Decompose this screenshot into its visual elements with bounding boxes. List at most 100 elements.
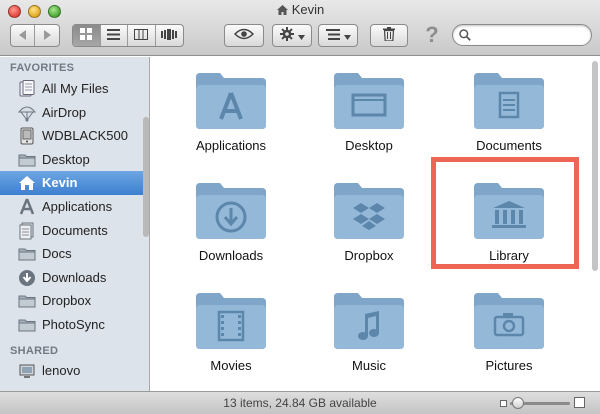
airdrop-icon <box>17 104 37 122</box>
folder-item-documents[interactable]: Documents <box>439 61 579 171</box>
sidebar-item-label: lenovo <box>42 362 81 378</box>
sidebar-item-label: PhotoSync <box>42 316 105 332</box>
applications-folder-icon <box>194 69 268 134</box>
gear-icon <box>279 27 294 44</box>
applications-icon <box>18 198 36 216</box>
view-mode-control <box>72 24 184 47</box>
item-label: Movies <box>210 358 252 373</box>
downloads-folder-icon <box>194 179 268 244</box>
folder-item-movies[interactable]: Movies <box>161 281 301 391</box>
sidebar-item-wdblack500[interactable]: WDBLACK500 <box>0 124 149 148</box>
back-arrow-icon <box>18 28 27 43</box>
column-view-button[interactable] <box>128 25 156 46</box>
list-view-button[interactable] <box>101 25 128 46</box>
sidebar-item-docs[interactable]: Docs <box>0 242 149 266</box>
sidebar-item-lenovo[interactable]: lenovo <box>0 359 149 383</box>
sidebar-item-label: Documents <box>42 222 108 238</box>
sidebar-item-documents[interactable]: Documents <box>0 219 149 243</box>
folder-item-dropbox[interactable]: Dropbox <box>299 171 439 281</box>
folder-item-desktop[interactable]: Desktop <box>299 61 439 171</box>
item-label: Applications <box>195 138 267 153</box>
forward-button[interactable] <box>35 25 59 46</box>
help-icon[interactable]: ? <box>422 22 442 48</box>
folder-icon <box>18 245 36 263</box>
folder-item-applications[interactable]: Applications <box>161 61 301 171</box>
list-icon <box>107 28 121 43</box>
sidebar-item-label: Kevin <box>42 175 78 191</box>
sidebar-item-label: Docs <box>42 246 72 262</box>
arrange-menu-button[interactable] <box>318 24 358 47</box>
toolbar: Kevin ? <box>0 0 600 56</box>
pictures-folder-icon <box>472 289 546 354</box>
finder-window: Kevin ? FAVORITES All My Files AirDrop W… <box>0 0 600 414</box>
search-field[interactable] <box>452 24 592 46</box>
search-icon <box>459 29 471 44</box>
folder-item-downloads[interactable]: Downloads <box>161 171 301 281</box>
sidebar-item-all-my-files[interactable]: All My Files <box>0 77 149 101</box>
sidebar-item-dropbox[interactable]: Dropbox <box>0 289 149 313</box>
icon-size-slider-thumb[interactable] <box>512 397 524 409</box>
item-label: Documents <box>476 138 542 153</box>
cover-flow-icon <box>161 28 178 43</box>
columns-icon <box>134 28 149 43</box>
sidebar-item-airdrop[interactable]: AirDrop <box>0 101 149 125</box>
sidebar-item-label: AirDrop <box>42 104 87 120</box>
sidebar-item-label: Applications <box>42 198 113 214</box>
music-folder-icon <box>332 289 406 354</box>
documents-icon <box>18 222 36 240</box>
sidebar-item-desktop[interactable]: Desktop <box>0 148 149 172</box>
home-icon <box>18 174 36 192</box>
item-label: Desktop <box>345 138 393 153</box>
cover-flow-button[interactable] <box>156 25 183 46</box>
sidebar-item-applications[interactable]: Applications <box>0 195 149 219</box>
delete-button[interactable] <box>370 24 408 47</box>
file-grid: Applications Desktop Documents Downloads <box>151 57 600 391</box>
item-label: Dropbox <box>344 248 394 263</box>
sidebar-item-label: WDBLACK500 <box>42 128 128 144</box>
folder-icon <box>18 316 36 334</box>
quick-look-button[interactable] <box>224 24 264 47</box>
content-scrollbar[interactable] <box>592 61 598 271</box>
window-title-bar: Kevin <box>0 2 600 19</box>
home-icon <box>276 4 289 19</box>
back-forward-control <box>10 24 60 47</box>
window-title: Kevin <box>291 2 325 17</box>
back-button[interactable] <box>11 25 36 46</box>
all-files-icon <box>18 80 36 98</box>
item-label: Downloads <box>198 248 264 263</box>
folder-icon <box>18 151 36 169</box>
trash-icon <box>383 27 395 44</box>
sidebar: FAVORITES All My Files AirDrop WDBLACK50… <box>0 57 150 391</box>
sidebar-item-kevin[interactable]: Kevin <box>0 171 149 195</box>
item-label: Pictures <box>485 358 533 373</box>
downloads-icon <box>18 269 36 287</box>
movies-folder-icon <box>194 289 268 354</box>
sidebar-item-label: Dropbox <box>42 293 92 309</box>
computer-icon <box>18 362 36 380</box>
status-bar: 13 items, 24.84 GB available <box>0 391 600 414</box>
chevron-down-icon <box>297 28 305 43</box>
drive-icon <box>18 127 36 145</box>
grid-icon <box>80 28 93 43</box>
dropbox-folder-icon <box>332 179 406 244</box>
item-label: Music <box>352 358 386 373</box>
desktop-folder-icon <box>332 69 406 134</box>
folder-item-music[interactable]: Music <box>299 281 439 391</box>
sidebar-item-downloads[interactable]: Downloads <box>0 266 149 290</box>
sidebar-item-label: All My Files <box>42 81 109 96</box>
small-icon-size-icon <box>500 400 507 407</box>
chevron-down-icon <box>343 28 351 43</box>
action-menu-button[interactable] <box>272 24 312 47</box>
documents-folder-icon <box>472 69 546 134</box>
large-icon-size-icon <box>574 397 585 408</box>
shared-header: SHARED <box>10 344 59 357</box>
folder-item-pictures[interactable]: Pictures <box>439 281 579 391</box>
favorites-header: FAVORITES <box>10 62 75 74</box>
arrange-icon <box>325 28 340 43</box>
sidebar-item-photosync[interactable]: PhotoSync <box>0 313 149 337</box>
sidebar-scrollbar[interactable] <box>143 117 149 237</box>
library-highlight-box <box>431 157 579 269</box>
icon-view-button[interactable] <box>73 25 101 46</box>
forward-arrow-icon <box>43 28 51 43</box>
search-input[interactable] <box>475 27 585 43</box>
